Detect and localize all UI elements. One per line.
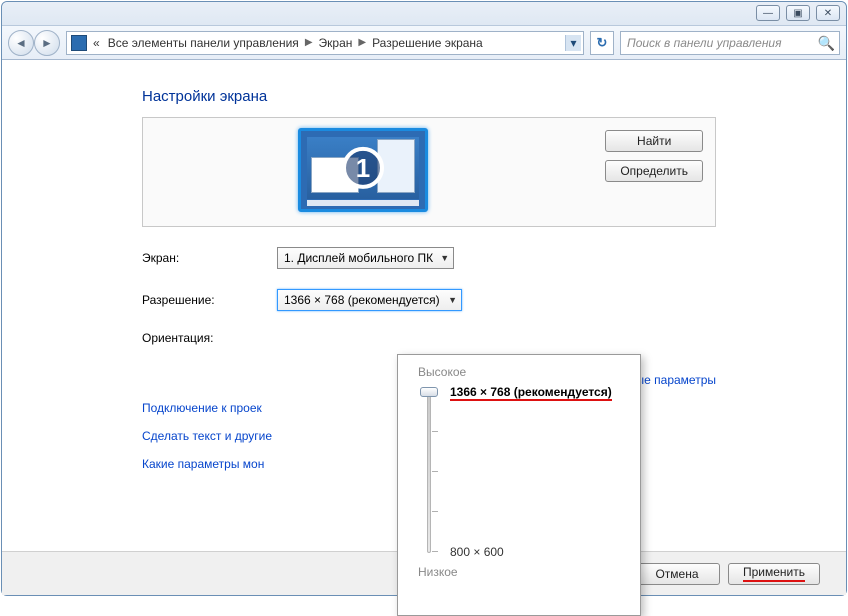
page-title: Настройки экрана (142, 88, 836, 105)
apply-button[interactable]: Применить (728, 563, 820, 585)
projector-link[interactable]: Подключение к проек (142, 401, 262, 415)
display-taskbar-icon (307, 200, 419, 206)
breadcrumb-item[interactable]: Все элементы панели управления (106, 36, 301, 50)
slider-thumb[interactable] (420, 387, 438, 397)
refresh-button[interactable]: ↻ (590, 31, 614, 55)
display-number: 1 (342, 147, 384, 189)
address-bar[interactable]: « Все элементы панели управления ▶ Экран… (66, 31, 584, 55)
resolution-min-label: 800 × 600 (450, 545, 504, 559)
search-placeholder: Поиск в панели управления (627, 36, 782, 50)
screen-combo[interactable]: 1. Дисплей мобильного ПК ▼ (277, 247, 454, 269)
resolution-combo-value: 1366 × 768 (рекомендуется) (284, 293, 440, 307)
control-panel-icon (71, 35, 87, 51)
breadcrumb-item[interactable]: Разрешение экрана (370, 36, 485, 50)
display-1[interactable]: 1 (298, 128, 428, 212)
breadcrumb-item[interactable]: Экран (317, 36, 355, 50)
minimize-button[interactable]: — (756, 5, 780, 21)
resolution-combo[interactable]: 1366 × 768 (рекомендуется) ▼ (277, 289, 462, 311)
search-input[interactable]: Поиск в панели управления 🔍 (620, 31, 840, 55)
cancel-button[interactable]: Отмена (634, 563, 720, 585)
nav-bar: ◄ ► « Все элементы панели управления ▶ Э… (2, 26, 846, 60)
display-preview-box: 1 Найти Определить (142, 117, 716, 227)
content-area: Настройки экрана 1 Найти Определить Экра… (2, 60, 846, 595)
window-frame: — ▣ ✕ ◄ ► « Все элементы панели управлен… (1, 1, 847, 596)
close-button[interactable]: ✕ (816, 5, 840, 21)
chevron-right-icon: ▶ (305, 37, 313, 48)
slider-low-label: Низкое (418, 565, 626, 579)
titlebar: — ▣ ✕ (2, 2, 846, 26)
orientation-label: Ориентация: (142, 331, 277, 345)
search-icon: 🔍 (818, 35, 835, 52)
resolution-slider[interactable] (418, 387, 440, 557)
chevron-down-icon: ▼ (448, 295, 457, 305)
text-size-link[interactable]: Сделать текст и другие (142, 429, 272, 443)
screen-combo-value: 1. Дисплей мобильного ПК (284, 251, 433, 265)
monitor-params-link[interactable]: Какие параметры мон (142, 457, 264, 471)
forward-button[interactable]: ► (34, 30, 60, 56)
breadcrumb-prefix: « (91, 36, 102, 50)
maximize-button[interactable]: ▣ (786, 5, 810, 21)
chevron-down-icon: ▼ (440, 253, 449, 263)
slider-high-label: Высокое (418, 365, 626, 379)
detect-button[interactable]: Определить (605, 160, 703, 182)
resolution-recommended-label: 1366 × 768 (рекомендуется) (450, 385, 612, 399)
back-button[interactable]: ◄ (8, 30, 34, 56)
address-dropdown-icon[interactable]: ▾ (565, 35, 581, 51)
screen-label: Экран: (142, 251, 277, 265)
chevron-right-icon: ▶ (358, 37, 366, 48)
resolution-slider-popup: Высокое 1366 × 768 (рекомендуется) 800 ×… (397, 354, 641, 616)
resolution-label: Разрешение: (142, 293, 277, 307)
find-button[interactable]: Найти (605, 130, 703, 152)
